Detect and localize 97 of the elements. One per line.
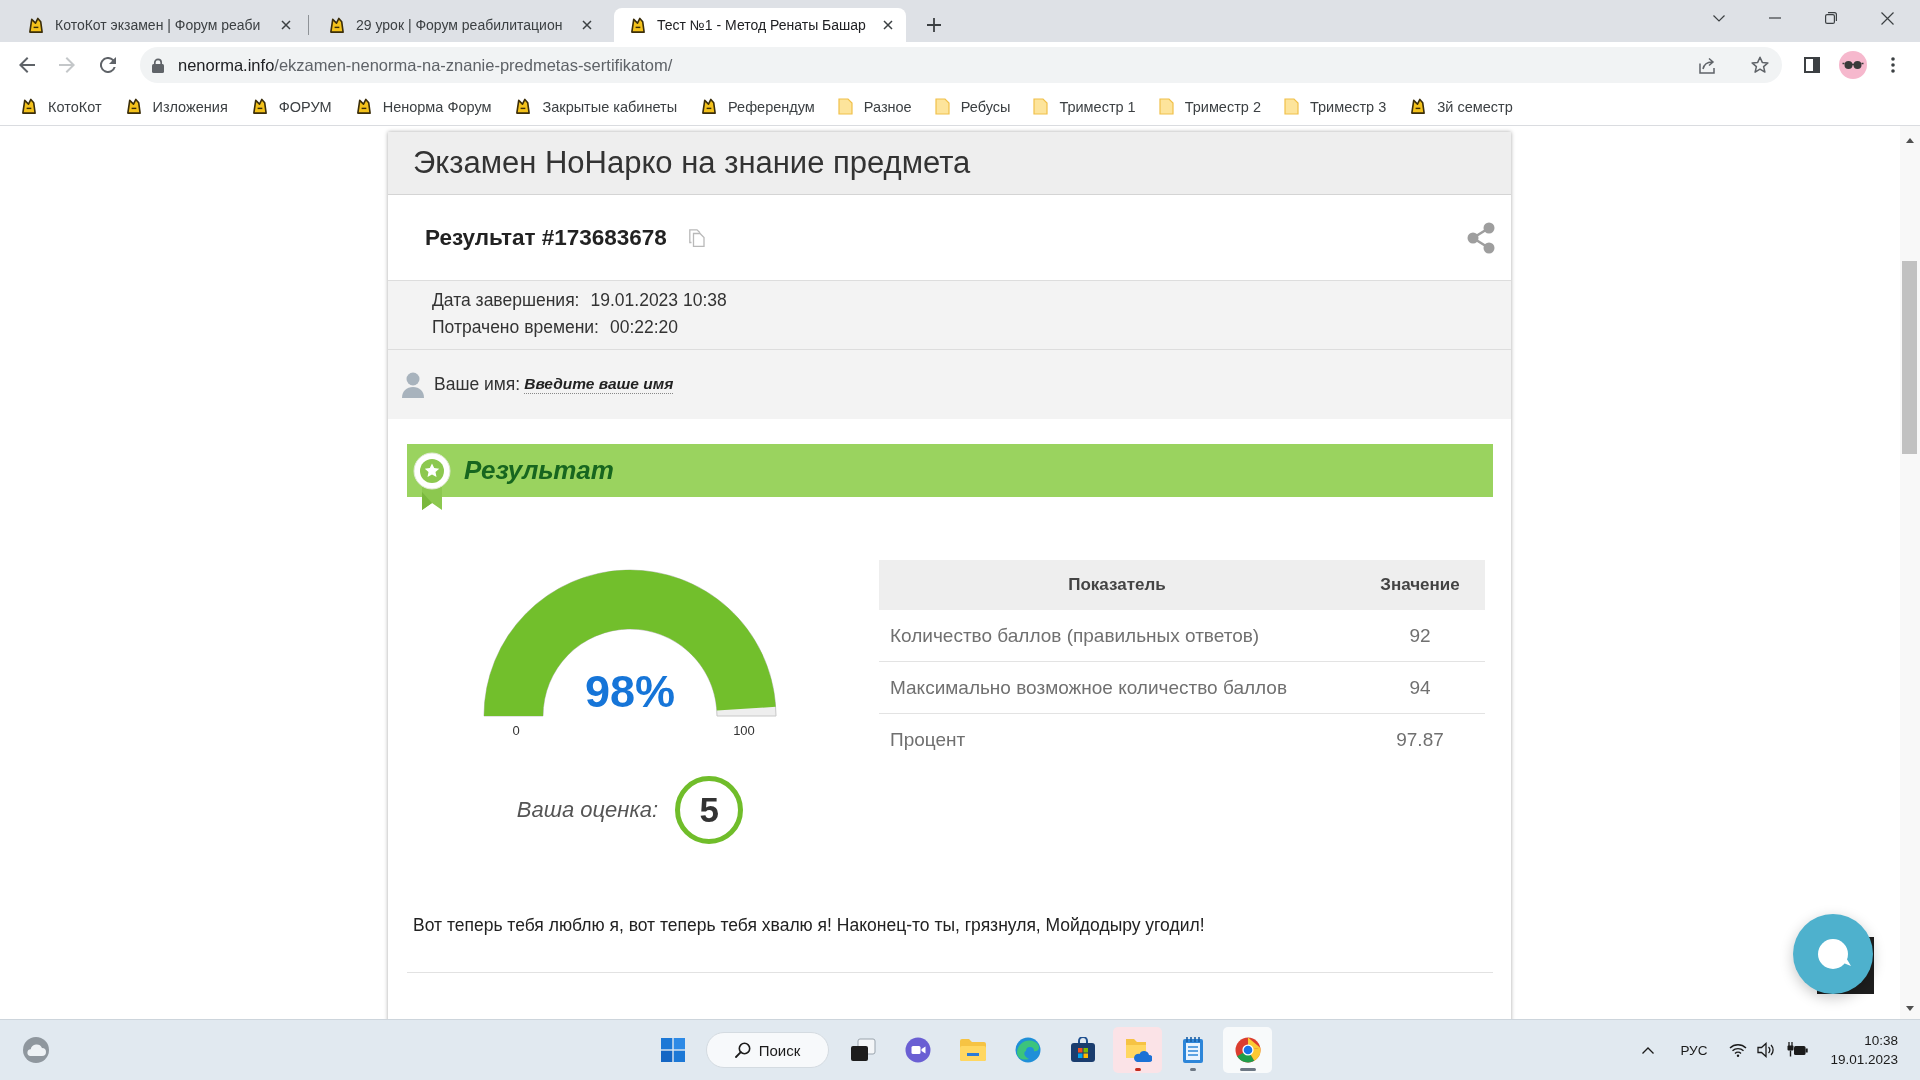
lock-icon xyxy=(152,57,164,73)
info-value: 00:22:20 xyxy=(609,317,679,338)
browser-tab[interactable]: 29 урок | Форум реабилитацион xyxy=(313,8,605,42)
start-icon xyxy=(660,1038,685,1062)
bookmark-item[interactable]: Закрытые кабинеты xyxy=(506,92,686,121)
info-value: 19.01.2023 10:38 xyxy=(590,290,727,311)
clock-time[interactable]: 10:38 xyxy=(1864,1031,1898,1050)
gauge-min-label: 0 xyxy=(512,723,520,738)
logo-icon xyxy=(700,98,718,115)
folder-icon xyxy=(958,1038,987,1062)
table-cell-text: Процент xyxy=(889,729,967,751)
page-icon xyxy=(934,98,950,115)
grade-value: 5 xyxy=(675,776,744,844)
close-icon[interactable] xyxy=(281,20,291,30)
result-message: Вот теперь тебя люблю я, вот теперь тебя хвалю я! Наконец-то ты, грязнуля, Мойдодыру угодил! xyxy=(413,914,1206,936)
page-icon xyxy=(1033,98,1049,115)
share-icon[interactable] xyxy=(1467,221,1495,254)
column-header: Показатель xyxy=(1067,575,1167,595)
info-label: Потрачено времени: xyxy=(432,317,599,338)
search-icon xyxy=(734,1042,751,1058)
speaker-icon[interactable] xyxy=(1757,1042,1776,1058)
close-icon[interactable] xyxy=(883,20,893,30)
logo-icon xyxy=(354,98,372,115)
video-chat-icon xyxy=(904,1037,931,1063)
award-ribbon-icon xyxy=(413,452,451,510)
more-menu-icon[interactable] xyxy=(1891,57,1895,73)
bookmark-item[interactable]: Ненорма Форум xyxy=(346,92,500,121)
bookmark-item[interactable]: КотоКот xyxy=(12,92,110,121)
table-cell-text: 94 xyxy=(1408,676,1432,699)
banner-title: Результат xyxy=(464,455,614,486)
logo-icon xyxy=(514,98,532,115)
language-indicator[interactable]: РУС xyxy=(1680,1042,1708,1058)
url-text[interactable]: nenorma.info/ekzamen-nenorma-na-znanie-predmetas-sertifikatom/ xyxy=(178,55,673,75)
logo-icon xyxy=(328,16,345,34)
browser-tab[interactable]: Тест №1 - Метод Ренаты Башар xyxy=(614,8,906,42)
close-icon[interactable] xyxy=(582,20,592,30)
name-link[interactable]: Введите ваше имя xyxy=(524,375,674,394)
scroll-up-icon[interactable] xyxy=(1906,138,1914,143)
browser-tab[interactable]: КотоКот экзамен | Форум реаби xyxy=(12,8,304,42)
bookmark-item[interactable]: 3й семестр xyxy=(1401,92,1521,121)
address-bar[interactable]: nenorma.info/ekzamen-nenorma-na-znanie-predmetas-sertifikatom/ xyxy=(140,47,1782,83)
clock-date[interactable]: 19.01.2023 xyxy=(1830,1050,1898,1069)
bookmark-item[interactable]: Триместр 1 xyxy=(1025,92,1144,121)
logo-icon xyxy=(629,16,646,34)
gauge-percent: 98% xyxy=(584,666,676,717)
info-label: Дата завершения: xyxy=(432,290,580,311)
speech-bubble-icon xyxy=(1817,939,1851,971)
battery-plug-icon[interactable] xyxy=(1787,1042,1809,1058)
star-icon[interactable] xyxy=(1751,56,1769,74)
bookmark-item[interactable]: Триместр 3 xyxy=(1276,92,1395,121)
logo-icon xyxy=(20,98,37,115)
page-icon xyxy=(1158,98,1174,115)
table-cell-text: 92 xyxy=(1408,624,1432,647)
person-icon xyxy=(402,371,424,398)
grade-label: Ваша оценка: xyxy=(516,797,659,823)
notepad-icon xyxy=(1181,1036,1204,1064)
name-label: Ваше имя: xyxy=(434,374,521,395)
back-icon[interactable] xyxy=(19,57,35,73)
task-view-icon xyxy=(849,1038,876,1062)
chevron-down-icon[interactable] xyxy=(1713,14,1725,22)
page-icon xyxy=(1284,98,1299,115)
column-header: Значение xyxy=(1379,575,1461,595)
swirl-icon xyxy=(1014,1037,1041,1063)
taskbar-search[interactable]: Поиск xyxy=(706,1032,829,1068)
bookmark-item[interactable]: Изложения xyxy=(116,92,236,121)
plus-icon[interactable] xyxy=(927,18,941,32)
page-icon xyxy=(837,98,853,115)
bookmark-item[interactable]: Триместр 2 xyxy=(1150,92,1269,121)
scroll-down-icon[interactable] xyxy=(1906,1006,1914,1011)
chat-button[interactable] xyxy=(1793,914,1873,994)
result-title: Результат #173683678 xyxy=(425,224,667,251)
chevron-up-icon[interactable] xyxy=(1642,1046,1655,1054)
gauge-max-label: 100 xyxy=(733,723,755,738)
table-cell-text: Количество баллов (правильных ответов) xyxy=(889,624,1261,647)
table-cell-text: 97.87 xyxy=(1395,729,1445,751)
avatar-icon[interactable] xyxy=(1839,51,1867,79)
store-bag-icon xyxy=(1069,1037,1096,1063)
logo-icon xyxy=(27,16,44,34)
bookmark-item[interactable]: Ребусы xyxy=(926,92,1019,121)
folder-cloud-icon xyxy=(1123,1037,1152,1063)
logo-icon xyxy=(1409,98,1427,115)
logo-icon xyxy=(124,98,142,115)
bookmark-item[interactable]: Референдум xyxy=(692,92,823,121)
bookmark-item[interactable]: ФОРУМ xyxy=(242,92,340,121)
share-icon[interactable] xyxy=(1698,56,1717,74)
reload-icon[interactable] xyxy=(100,57,116,73)
side-panel-icon[interactable] xyxy=(1804,57,1820,73)
scrollbar-thumb[interactable] xyxy=(1902,261,1917,454)
page-title: Экзамен НоНарко на знание предмета xyxy=(413,145,971,181)
wifi-icon[interactable] xyxy=(1729,1043,1748,1057)
close-icon[interactable] xyxy=(1880,11,1894,25)
restore-icon[interactable] xyxy=(1825,12,1837,24)
tricolor-circle-icon xyxy=(1234,1037,1261,1063)
table-cell-text: Максимально возможное количество баллов xyxy=(889,676,1288,699)
weather-icon[interactable] xyxy=(22,1036,50,1064)
logo-icon xyxy=(250,98,268,115)
bookmark-item[interactable]: Разное xyxy=(829,92,920,121)
